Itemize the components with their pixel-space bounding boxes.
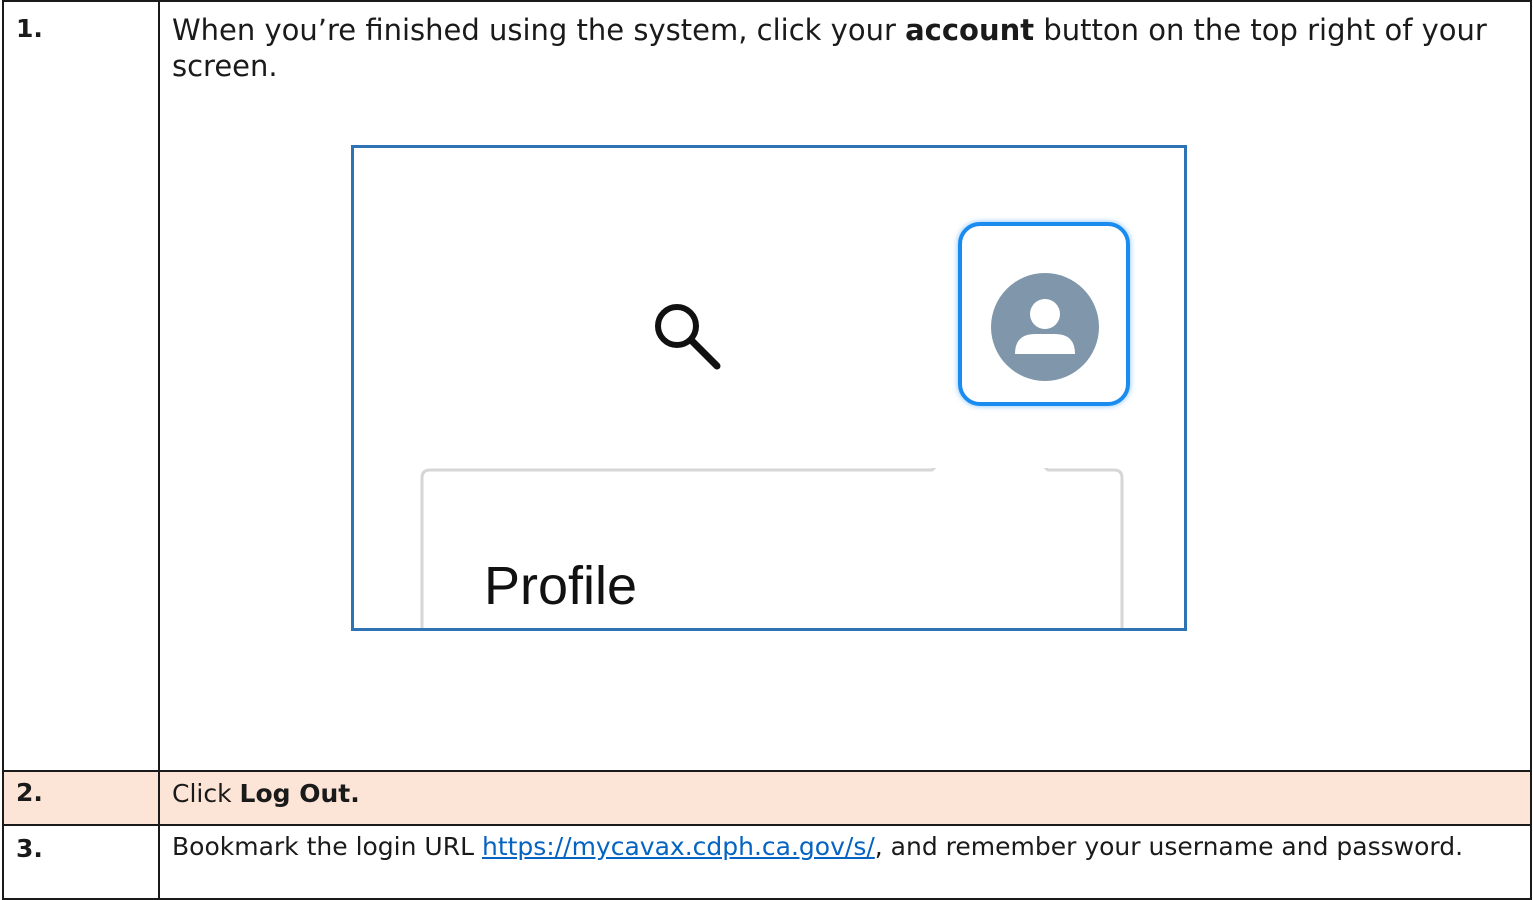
step-bold-text: Log Out. — [239, 779, 360, 808]
search-icon[interactable] — [647, 298, 737, 378]
step-row: 3. Bookmark the login URL https://mycava… — [2, 824, 1532, 900]
step-text: When you’re finished using the system, c… — [172, 13, 906, 47]
step-instruction: Click Log Out. — [158, 770, 1532, 826]
user-avatar-icon — [991, 273, 1099, 381]
account-menu-screenshot: Profile — [351, 145, 1187, 631]
step-bold-text: account — [905, 13, 1035, 47]
step-number: 2. — [2, 770, 160, 826]
step-text: Click — [172, 779, 240, 808]
menu-item-profile[interactable]: Profile — [484, 555, 637, 617]
step-instruction: Bookmark the login URL https://mycavax.c… — [158, 824, 1532, 900]
step-row: 2. Click Log Out. — [2, 770, 1532, 826]
account-button[interactable] — [958, 222, 1130, 406]
step-number: 3. — [2, 824, 160, 900]
step-number: 1. — [2, 0, 160, 772]
